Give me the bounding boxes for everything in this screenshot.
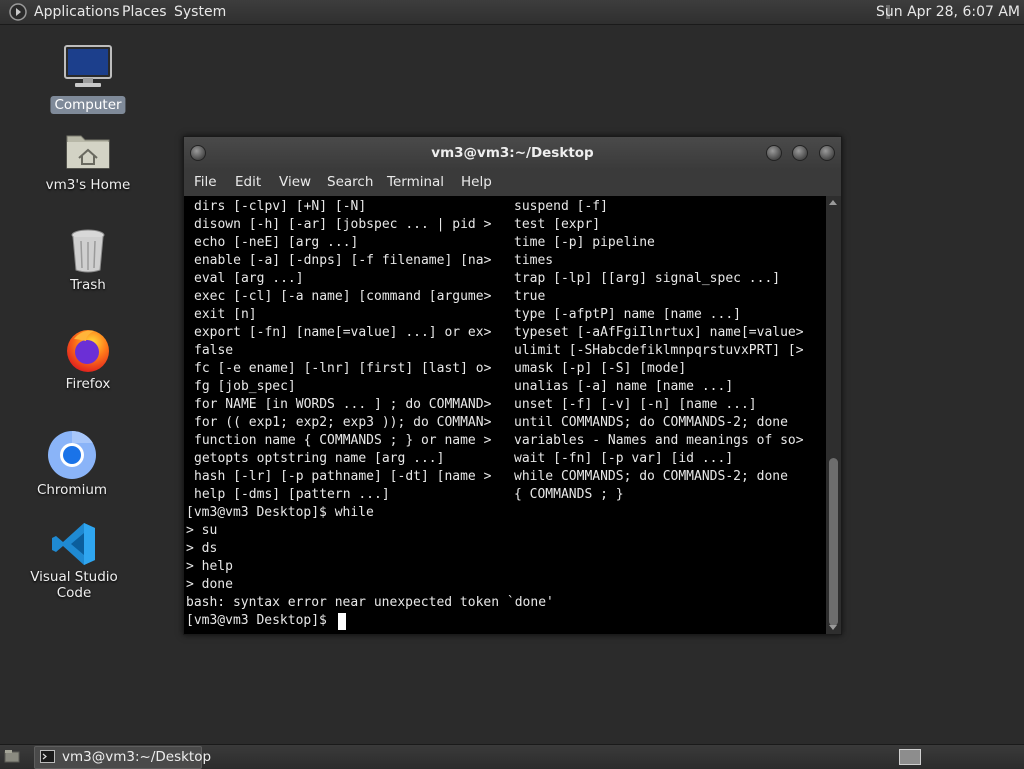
terminal-line: exec [-cl] [-a name] [command [argume> — [194, 289, 492, 304]
terminal-line: echo [-neE] [arg ...] — [194, 235, 359, 250]
vscode-icon — [52, 523, 95, 565]
bottom-panel: vm3@vm3:~/Desktop — [0, 744, 1024, 769]
desktop-icon-label: Trash — [70, 277, 106, 293]
menu-view[interactable]: View — [279, 174, 311, 190]
terminal-line: eval [arg ...] — [194, 271, 304, 286]
maximize-button[interactable] — [792, 145, 808, 161]
terminal-line: > su — [186, 523, 218, 538]
terminal-menubar: File Edit View Search Terminal Help — [184, 170, 841, 196]
terminal-line: > done — [186, 577, 233, 592]
desktop-icon-label: Chromium — [36, 482, 108, 498]
terminal-line: dirs [-clpv] [+N] [-N] — [194, 199, 367, 214]
scrollbar-thumb[interactable] — [829, 458, 838, 626]
terminal-line: > help — [186, 559, 233, 574]
terminal-line: export [-fn] [name[=value] ...] or ex> — [194, 325, 492, 340]
desktop-icon-computer[interactable]: Computer — [28, 44, 148, 118]
workspace-switcher[interactable] — [899, 749, 921, 765]
menu-file[interactable]: File — [194, 174, 217, 190]
firefox-icon — [67, 330, 109, 372]
close-button[interactable] — [819, 145, 835, 161]
scroll-up-arrow-icon[interactable] — [829, 200, 837, 205]
terminal-line: for (( exp1; exp2; exp3 )); do COMMAN> — [194, 415, 492, 430]
terminal-line: unset [-f] [-v] [-n] [name ...] — [514, 397, 757, 412]
terminal-line: suspend [-f] — [514, 199, 608, 214]
desktop-icon-vscode[interactable]: Visual Studio Code — [14, 521, 134, 601]
window-menu-icon[interactable] — [190, 145, 206, 161]
terminal-line: umask [-p] [-S] [mode] — [514, 361, 687, 376]
terminal-line: trap [-lp] [[arg] signal_spec ...] — [514, 271, 781, 286]
terminal-line: { COMMANDS ; } — [514, 487, 624, 502]
terminal-window: vm3@vm3:~/Desktop File Edit View Search … — [183, 136, 842, 635]
terminal-output[interactable]: dirs [-clpv] [+N] [-N] disown [-h] [-ar]… — [184, 196, 826, 634]
terminal-line: [vm3@vm3 Desktop]$ while — [186, 505, 374, 520]
show-desktop-icon[interactable] — [4, 749, 20, 763]
desktop-icon-firefox[interactable]: Firefox — [28, 325, 148, 395]
terminal-line: fg [job_spec] — [194, 379, 296, 394]
terminal-icon — [40, 750, 55, 763]
desktop-icon-home[interactable]: vm3's Home — [28, 128, 148, 198]
terminal-line: while COMMANDS; do COMMANDS-2; done — [514, 469, 788, 484]
terminal-line: exit [n] — [194, 307, 257, 322]
terminal-line: function name { COMMANDS ; } or name > — [194, 433, 492, 448]
terminal-line: test [expr] — [514, 217, 601, 232]
terminal-line: fc [-e ename] [-lnr] [first] [last] o> — [194, 361, 492, 376]
system-menu[interactable]: System — [174, 4, 226, 20]
terminal-line: ulimit [-SHabcdefiklmnpqrstuvxPRT] [> — [514, 343, 804, 358]
applications-menu[interactable]: Applications — [34, 4, 120, 20]
scroll-down-arrow-icon[interactable] — [829, 625, 837, 630]
terminal-line: until COMMANDS; do COMMANDS-2; done — [514, 415, 788, 430]
menu-terminal[interactable]: Terminal — [387, 174, 444, 190]
menu-edit[interactable]: Edit — [235, 174, 261, 190]
terminal-line: hash [-lr] [-p pathname] [-dt] [name > — [194, 469, 492, 484]
terminal-line: enable [-a] [-dnps] [-f filename] [na> — [194, 253, 492, 268]
window-title: vm3@vm3:~/Desktop — [431, 145, 594, 161]
places-menu[interactable]: Places — [122, 4, 167, 20]
terminal-line: help [-dms] [pattern ...] — [194, 487, 390, 502]
desktop-icon-label: Computer — [50, 96, 126, 114]
terminal-line: typeset [-aAfFgiIlnrtux] name[=value> — [514, 325, 804, 340]
desktop-icon-label: Firefox — [65, 376, 111, 392]
minimize-button[interactable] — [766, 145, 782, 161]
desktop-icon-chromium[interactable]: Chromium — [12, 430, 132, 500]
terminal-line: unalias [-a] name [name ...] — [514, 379, 734, 394]
terminal-cursor — [338, 613, 346, 630]
menu-search[interactable]: Search — [327, 174, 373, 190]
home-folder-icon — [66, 135, 110, 169]
terminal-line: type [-afptP] name [name ...] — [514, 307, 741, 322]
taskbar-window-terminal[interactable]: vm3@vm3:~/Desktop — [34, 746, 211, 769]
terminal-line: variables - Names and meanings of so> — [514, 433, 804, 448]
desktop-icon-label: vm3's Home — [45, 177, 131, 193]
top-panel: Applications Places System Sun Apr 28, 6… — [0, 0, 1024, 25]
chromium-icon — [48, 431, 96, 479]
taskbar-window-label: vm3@vm3:~/Desktop — [62, 749, 212, 765]
window-titlebar[interactable]: vm3@vm3:~/Desktop — [184, 137, 841, 170]
trash-icon — [71, 229, 105, 273]
terminal-scrollbar[interactable] — [826, 196, 841, 634]
clock[interactable]: Sun Apr 28, 6:07 AM — [876, 4, 1020, 20]
terminal-line: bash: syntax error near unexpected token… — [186, 595, 554, 610]
terminal-line: times — [514, 253, 554, 268]
terminal-prompt-line: [vm3@vm3 Desktop]$ — [186, 613, 335, 628]
terminal-line: true — [514, 289, 546, 304]
gnome-foot-icon[interactable] — [9, 3, 27, 21]
terminal-line: > ds — [186, 541, 218, 556]
desktop-icon-trash[interactable]: Trash — [28, 228, 148, 294]
desktop-icon-label: Visual Studio Code — [30, 569, 118, 601]
terminal-line: disown [-h] [-ar] [jobspec ... | pid > — [194, 217, 492, 232]
computer-icon — [64, 45, 112, 87]
terminal-line: wait [-fn] [-p var] [id ...] — [514, 451, 734, 466]
terminal-line: time [-p] pipeline — [514, 235, 655, 250]
terminal-line: false — [194, 343, 234, 358]
terminal-line: for NAME [in WORDS ... ] ; do COMMAND> — [194, 397, 492, 412]
terminal-line: getopts optstring name [arg ...] — [194, 451, 445, 466]
menu-help[interactable]: Help — [461, 174, 492, 190]
